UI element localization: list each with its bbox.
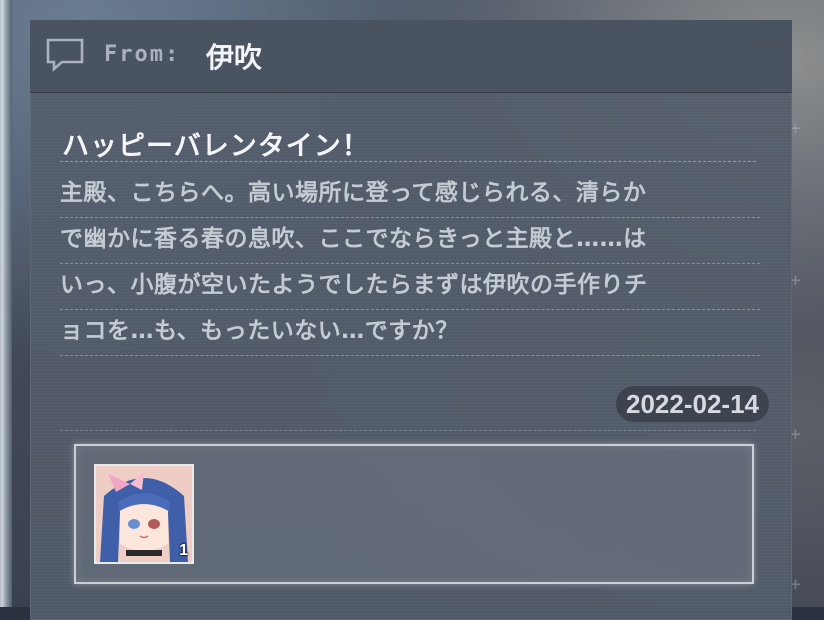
message-line: で幽かに香る春の息吹、ここでならきっと主殿と……は: [60, 218, 760, 264]
mail-panel: From: 伊吹 ハッピーバレンタイン！ 主殿、こちらへ。高い場所に登って感じら…: [30, 20, 792, 620]
from-label: From:: [104, 42, 181, 67]
date-badge: 2022-02-14: [616, 386, 769, 422]
message-line: ョコを…も、もったいない…ですか？: [60, 310, 760, 356]
attachment-box: 1: [74, 444, 754, 584]
message-body: 主殿、こちらへ。高い場所に登って感じられる、清らか で幽かに香る春の息吹、ここで…: [60, 172, 760, 356]
date-divider: [60, 430, 756, 431]
item-count: 1: [179, 542, 188, 559]
left-frame-edge: [0, 0, 12, 607]
character-portrait-icon: [96, 466, 192, 562]
message-line: いっ、小腹が空いたようでしたらまずは伊吹の手作りチ: [60, 264, 760, 310]
mail-header: From: 伊吹: [30, 20, 792, 93]
sender-name: 伊吹: [206, 41, 263, 74]
title-divider: [60, 161, 756, 162]
message-title: ハッピーバレンタイン！: [62, 131, 370, 162]
message-line: 主殿、こちらへ。高い場所に登って感じられる、清らか: [60, 172, 760, 218]
chat-bubble-icon: [46, 38, 84, 72]
attachment-item[interactable]: 1: [94, 464, 194, 564]
